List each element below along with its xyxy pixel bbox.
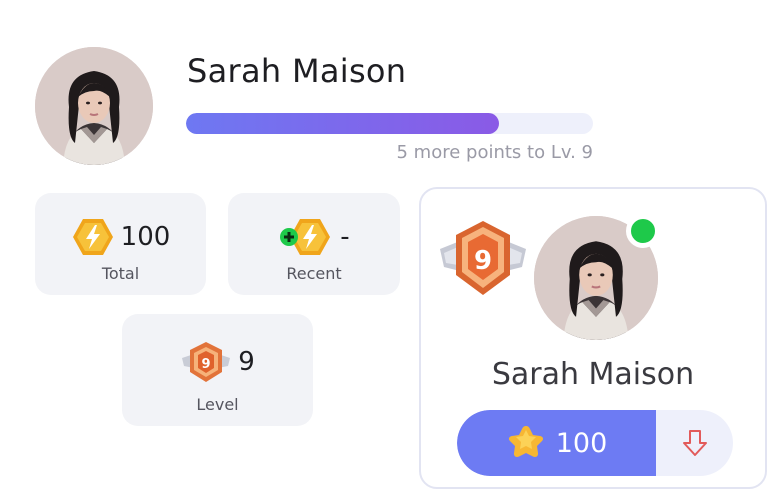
star-icon bbox=[508, 426, 543, 458]
plus-lightning-coin-icon bbox=[280, 219, 331, 255]
level-badge: 9 bbox=[438, 217, 528, 305]
stat-card-level: 9 9 Level bbox=[122, 314, 313, 426]
lightning-coin-icon bbox=[72, 219, 113, 255]
recent-points-value: - bbox=[340, 222, 350, 252]
points-value: 100 bbox=[555, 427, 608, 459]
user-avatar[interactable] bbox=[35, 47, 153, 165]
download-arrow-icon bbox=[682, 430, 707, 456]
stat-card-recent: - Recent bbox=[228, 193, 400, 295]
level-progress-bar bbox=[186, 113, 593, 134]
online-status-indicator bbox=[626, 214, 660, 248]
user-name: Sarah Maison bbox=[187, 52, 407, 90]
level-value: 9 bbox=[238, 347, 255, 377]
points-button[interactable]: 100 bbox=[457, 410, 656, 476]
total-label: Total bbox=[101, 264, 140, 283]
level-progress-fill bbox=[186, 113, 500, 134]
avatar-portrait-icon bbox=[35, 47, 153, 165]
total-points-value: 100 bbox=[120, 222, 171, 252]
level-shield-badge-icon: 9 bbox=[440, 221, 526, 295]
level-shield-badge-icon: 9 bbox=[182, 342, 231, 382]
profile-card: 9 Sarah Maison 100 bbox=[419, 187, 767, 489]
recent-label: Recent bbox=[286, 264, 342, 283]
download-button[interactable] bbox=[656, 410, 733, 476]
svg-text:9: 9 bbox=[202, 357, 211, 372]
profile-action-bar: 100 bbox=[457, 410, 733, 476]
stat-card-total: 100 Total bbox=[35, 193, 206, 295]
level-label: Level bbox=[196, 395, 239, 414]
progress-caption: 5 more points to Lv. 9 bbox=[396, 142, 594, 163]
svg-text:9: 9 bbox=[474, 246, 492, 276]
profile-name: Sarah Maison bbox=[491, 357, 695, 392]
